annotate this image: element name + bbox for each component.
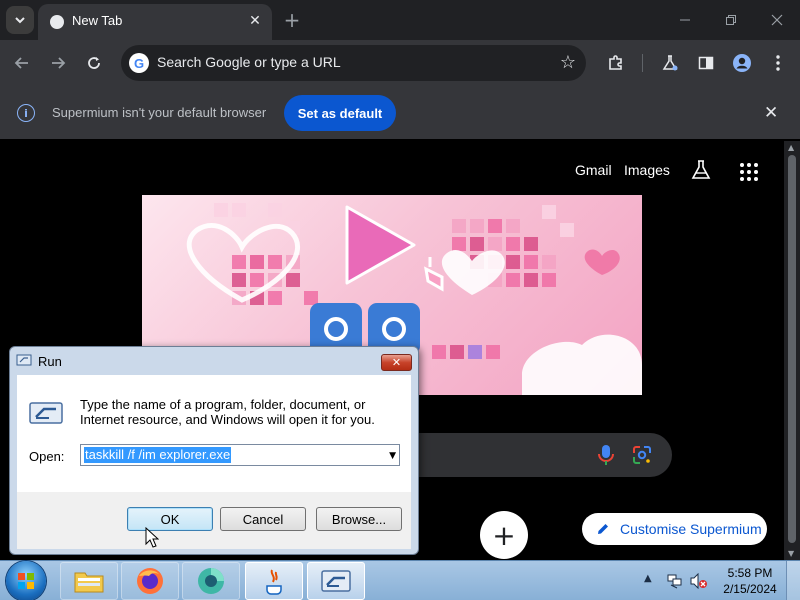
- firefox-icon: [137, 568, 163, 594]
- toolbar-divider: [642, 54, 643, 72]
- run-dialog-body: Type the name of a program, folder, docu…: [17, 375, 411, 492]
- customise-button[interactable]: Customise Supermium: [582, 513, 767, 545]
- open-label: Open:: [29, 449, 65, 464]
- tab-search-button[interactable]: [6, 6, 34, 34]
- google-lens-icon[interactable]: [632, 445, 652, 465]
- mouse-cursor-icon: [145, 527, 159, 548]
- labs-button[interactable]: [656, 49, 684, 77]
- omnibox[interactable]: G Search Google or type a URL ☆: [121, 45, 586, 81]
- dropdown-arrow-icon[interactable]: ▼: [389, 451, 396, 461]
- run-icon: [16, 354, 32, 366]
- tab-strip: New Tab ✕ +: [0, 0, 800, 40]
- ok-button[interactable]: OK: [127, 507, 213, 531]
- puzzle-icon: [609, 55, 622, 70]
- flask-icon: [662, 55, 678, 71]
- reload-button[interactable]: [80, 49, 108, 77]
- pencil-icon: [598, 524, 608, 534]
- default-browser-infobar: i Supermium isn't your default browser S…: [0, 86, 800, 140]
- run-program-icon: [29, 402, 63, 424]
- scroll-up-arrow-icon[interactable]: ▲: [788, 143, 794, 152]
- open-command-text: taskkill /f /im explorer.exe: [84, 447, 232, 463]
- taskbar-run[interactable]: [307, 562, 365, 600]
- set-as-default-button[interactable]: Set as default: [284, 95, 396, 131]
- customise-label: Customise Supermium: [620, 521, 762, 537]
- taskbar-firefox[interactable]: [121, 562, 179, 600]
- browser-toolbar: G Search Google or type a URL ☆: [0, 40, 800, 86]
- run-titlebar[interactable]: Run ✕: [10, 347, 418, 375]
- gmail-link[interactable]: Gmail: [575, 162, 612, 178]
- omnibox-placeholder: Search Google or type a URL: [157, 54, 341, 70]
- avatar-icon: [733, 54, 751, 72]
- run-close-button[interactable]: ✕: [381, 354, 412, 371]
- scroll-thumb[interactable]: [788, 155, 796, 543]
- microphone-icon[interactable]: [596, 443, 616, 467]
- google-apps-icon[interactable]: [740, 163, 758, 181]
- window-close-button[interactable]: [754, 8, 800, 32]
- tab-favicon-icon: [50, 15, 64, 29]
- taskbar-supermium[interactable]: [182, 562, 240, 600]
- infobar-message: Supermium isn't your default browser: [52, 105, 267, 120]
- tab-new-tab[interactable]: New Tab ✕: [38, 4, 272, 40]
- arrow-right-icon: [52, 57, 66, 69]
- browse-button[interactable]: Browse...: [316, 507, 402, 531]
- minimize-button[interactable]: [662, 8, 708, 32]
- images-link[interactable]: Images: [624, 162, 670, 178]
- kebab-menu-icon: [776, 55, 780, 71]
- extensions-button[interactable]: [602, 49, 630, 77]
- reload-icon: [88, 57, 100, 69]
- info-icon: i: [17, 104, 35, 122]
- google-icon: G: [129, 53, 149, 73]
- run-dialog-description: Type the name of a program, folder, docu…: [80, 397, 375, 427]
- run-icon: [321, 570, 351, 592]
- new-tab-button[interactable]: +: [280, 8, 304, 32]
- close-icon: [771, 14, 783, 26]
- scroll-down-arrow-icon[interactable]: ▼: [788, 549, 794, 558]
- tab-title: New Tab: [72, 13, 123, 28]
- chevron-down-icon: [15, 17, 25, 24]
- profile-button[interactable]: [728, 49, 756, 77]
- supermium-icon: [198, 568, 224, 594]
- start-button[interactable]: [6, 561, 46, 600]
- back-button[interactable]: [8, 49, 36, 77]
- run-dialog-title: Run: [38, 354, 62, 369]
- run-dialog-footer: OK Cancel Browse...: [17, 492, 411, 549]
- cancel-button[interactable]: Cancel: [220, 507, 306, 531]
- menu-button[interactable]: [764, 49, 792, 77]
- clock-date: 2/15/2024: [723, 582, 777, 596]
- side-panel-icon: [698, 56, 714, 70]
- clock-time: 5:58 PM: [727, 566, 773, 580]
- windows-logo-icon: [18, 573, 34, 589]
- show-desktop-button[interactable]: [786, 561, 800, 600]
- minimize-icon: [680, 19, 690, 21]
- tray-overflow-icon[interactable]: ▲: [644, 573, 652, 584]
- close-icon[interactable]: ✕: [764, 103, 778, 123]
- labs-flask-icon[interactable]: [690, 159, 712, 181]
- run-dialog: Run ✕ Type the name of a program, folder…: [9, 346, 419, 555]
- taskbar-explorer[interactable]: [60, 562, 118, 600]
- forward-button[interactable]: [44, 49, 72, 77]
- google-search-box[interactable]: [400, 433, 672, 477]
- side-panel-button[interactable]: [692, 49, 720, 77]
- restore-icon: [726, 15, 736, 25]
- network-icon[interactable]: [667, 573, 683, 589]
- open-command-input[interactable]: taskkill /f /im explorer.exe ▼: [80, 444, 400, 466]
- taskbar-java[interactable]: [245, 562, 303, 600]
- restore-button[interactable]: [708, 8, 754, 32]
- system-clock[interactable]: 5:58 PM 2/15/2024: [722, 565, 778, 597]
- java-icon: [266, 569, 282, 595]
- arrow-left-icon: [14, 57, 28, 69]
- bookmark-star-icon[interactable]: ☆: [560, 52, 576, 73]
- folder-icon: [74, 572, 104, 593]
- add-shortcut-button[interactable]: +: [480, 511, 528, 559]
- windows-taskbar: ▲ 5:58 PM 2/15/2024: [0, 560, 800, 600]
- volume-muted-icon[interactable]: [690, 573, 708, 589]
- close-icon[interactable]: ✕: [246, 12, 264, 30]
- page-scrollbar[interactable]: ▲ ▼: [784, 141, 800, 560]
